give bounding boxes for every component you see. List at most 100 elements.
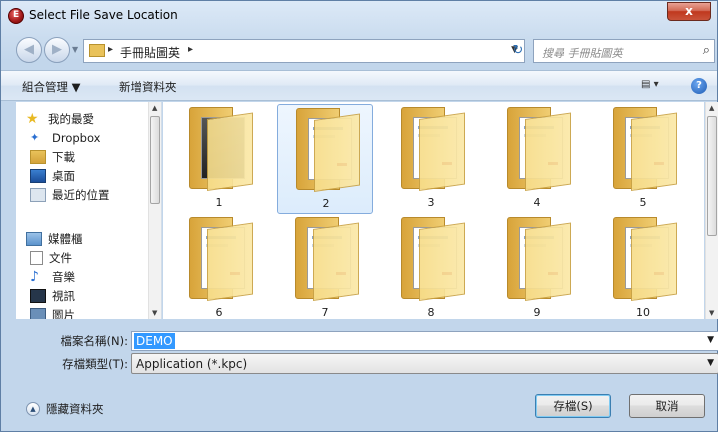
save-button[interactable]: 存檔(S) (535, 394, 611, 418)
nav-dropbox[interactable]: ✦ Dropbox (30, 129, 100, 147)
libraries-icon (26, 232, 42, 246)
filename-label: 檔案名稱(N): (60, 334, 128, 348)
nav-music-label: 音樂 (52, 270, 75, 284)
file-item-label: 5 (639, 196, 647, 209)
filetype-value: Application (*.kpc) (136, 357, 248, 371)
nav-documents-label: 文件 (49, 251, 72, 265)
folder-icon (613, 107, 677, 191)
breadcrumb-folder[interactable]: 手冊貼圖英 (120, 44, 180, 61)
file-item[interactable]: 8 (383, 214, 479, 319)
navigation-scrollbar[interactable]: ▲ ▼ (148, 102, 161, 319)
nav-documents[interactable]: 文件 (30, 249, 72, 267)
nav-libraries[interactable]: 媒體櫃 (26, 230, 83, 248)
file-item[interactable]: 4 (489, 104, 585, 214)
folder-icon (507, 107, 571, 191)
file-list-scrollbar[interactable]: ▲ ▼ (705, 102, 718, 319)
file-item[interactable]: 6 (171, 214, 267, 319)
folder-icon (401, 107, 465, 191)
filetype-label: 存檔類型(T): (62, 357, 128, 371)
nav-pictures-label: 圖片 (52, 308, 75, 319)
music-icon: ♪ (30, 269, 39, 285)
file-item-label: 7 (321, 306, 329, 319)
nav-recent-places-label: 最近的位置 (52, 188, 110, 202)
file-item[interactable]: 2 (277, 104, 373, 214)
refresh-icon[interactable]: ↻ (506, 40, 530, 62)
filename-value[interactable]: DEMO (134, 333, 175, 349)
nav-music[interactable]: ♪ 音樂 (30, 268, 75, 286)
nav-dropbox-label: Dropbox (52, 131, 101, 145)
nav-favorites[interactable]: ★ 我的最愛 (26, 110, 94, 128)
file-list: 1 2 3 4 5 6 7 8 9 10 (163, 102, 704, 319)
new-folder-button[interactable]: 新增資料夾 (119, 79, 177, 95)
recent-places-icon (30, 188, 46, 202)
file-item-label: 9 (533, 306, 541, 319)
file-item[interactable]: 1 (171, 104, 267, 214)
title-bar: Select File Save Location x (1, 1, 717, 31)
back-arrow-icon: ◀ (24, 42, 34, 57)
help-icon[interactable]: ? (691, 78, 707, 94)
file-item[interactable]: 9 (489, 214, 585, 319)
star-icon: ★ (26, 111, 39, 127)
navigation-pane: ★ 我的最愛 ✦ Dropbox 下載 桌面 最近的位置 媒體櫃 文件 ♪ 音樂… (16, 102, 162, 319)
back-button[interactable]: ◀ (16, 37, 42, 63)
downloads-icon (30, 150, 46, 164)
file-item[interactable]: 5 (595, 104, 691, 214)
address-bar[interactable]: ▸ 手冊貼圖英 ▸ ▼ (83, 39, 525, 63)
file-item-label: 3 (427, 196, 435, 209)
folder-icon (401, 217, 465, 301)
search-icon[interactable]: ⌕ (703, 43, 710, 58)
chevron-down-icon[interactable]: ▼ (707, 335, 714, 345)
folder-icon (89, 44, 105, 57)
folder-icon (296, 108, 360, 192)
file-item[interactable]: 7 (277, 214, 373, 319)
chevron-up-icon: ▲ (26, 402, 40, 416)
scroll-up-icon[interactable]: ▲ (709, 104, 714, 112)
hide-folders-toggle[interactable]: ▲ 隱藏資料夾 (26, 401, 104, 417)
chevron-down-icon[interactable]: ▼ (707, 358, 714, 368)
view-options-button[interactable]: ▤ ▾ (641, 79, 669, 90)
file-item-label: 4 (533, 196, 541, 209)
cancel-button[interactable]: 取消 (629, 394, 705, 418)
folder-icon (189, 107, 253, 191)
hide-folders-label: 隱藏資料夾 (46, 402, 104, 416)
scroll-down-icon[interactable]: ▼ (709, 309, 714, 317)
save-dialog: Select File Save Location x ◀ ▶ ▼ ▸ 手冊貼圖… (0, 0, 718, 432)
forward-arrow-icon: ▶ (52, 42, 62, 57)
file-item-label: 8 (427, 306, 435, 319)
forward-button[interactable]: ▶ (44, 37, 70, 63)
nav-desktop-label: 桌面 (52, 169, 75, 183)
scroll-up-icon[interactable]: ▲ (152, 104, 157, 112)
organize-button[interactable]: 組合管理 ▼ (22, 79, 81, 95)
nav-favorites-label: 我的最愛 (48, 112, 94, 126)
documents-icon (30, 251, 43, 265)
nav-videos[interactable]: 視訊 (30, 287, 75, 305)
nav-downloads[interactable]: 下載 (30, 148, 75, 166)
file-item-label: 1 (215, 196, 223, 209)
recent-locations-dropdown[interactable]: ▼ (72, 45, 78, 54)
file-item-label: 6 (215, 306, 223, 319)
search-placeholder: 搜尋 手冊貼圖英 (542, 47, 623, 60)
file-item[interactable]: 3 (383, 104, 479, 214)
desktop-icon (30, 169, 46, 183)
breadcrumb-separator[interactable]: ▸ (108, 44, 113, 55)
scrollbar-thumb[interactable] (150, 116, 160, 204)
scroll-down-icon[interactable]: ▼ (152, 309, 157, 317)
nav-recent-places[interactable]: 最近的位置 (30, 186, 110, 204)
nav-videos-label: 視訊 (52, 289, 75, 303)
nav-desktop[interactable]: 桌面 (30, 167, 75, 185)
breadcrumb-separator[interactable]: ▸ (188, 44, 193, 55)
close-button[interactable]: x (667, 2, 711, 21)
filename-field[interactable]: DEMO ▼ (131, 331, 718, 351)
dropbox-icon: ✦ (30, 131, 40, 144)
window-title: Select File Save Location (29, 8, 178, 22)
folder-icon (507, 217, 571, 301)
nav-pictures[interactable]: 圖片 (30, 306, 75, 319)
scrollbar-thumb[interactable] (707, 116, 717, 236)
file-item-label: 2 (322, 197, 330, 210)
app-icon (8, 8, 24, 24)
filetype-select[interactable]: Application (*.kpc) ▼ (131, 353, 718, 374)
pictures-icon (30, 308, 46, 319)
search-input[interactable]: 搜尋 手冊貼圖英 ⌕ (533, 39, 715, 63)
file-item[interactable]: 10 (595, 214, 691, 319)
command-bar: 組合管理 ▼ 新增資料夾 ▤ ▾ ? (1, 70, 717, 101)
